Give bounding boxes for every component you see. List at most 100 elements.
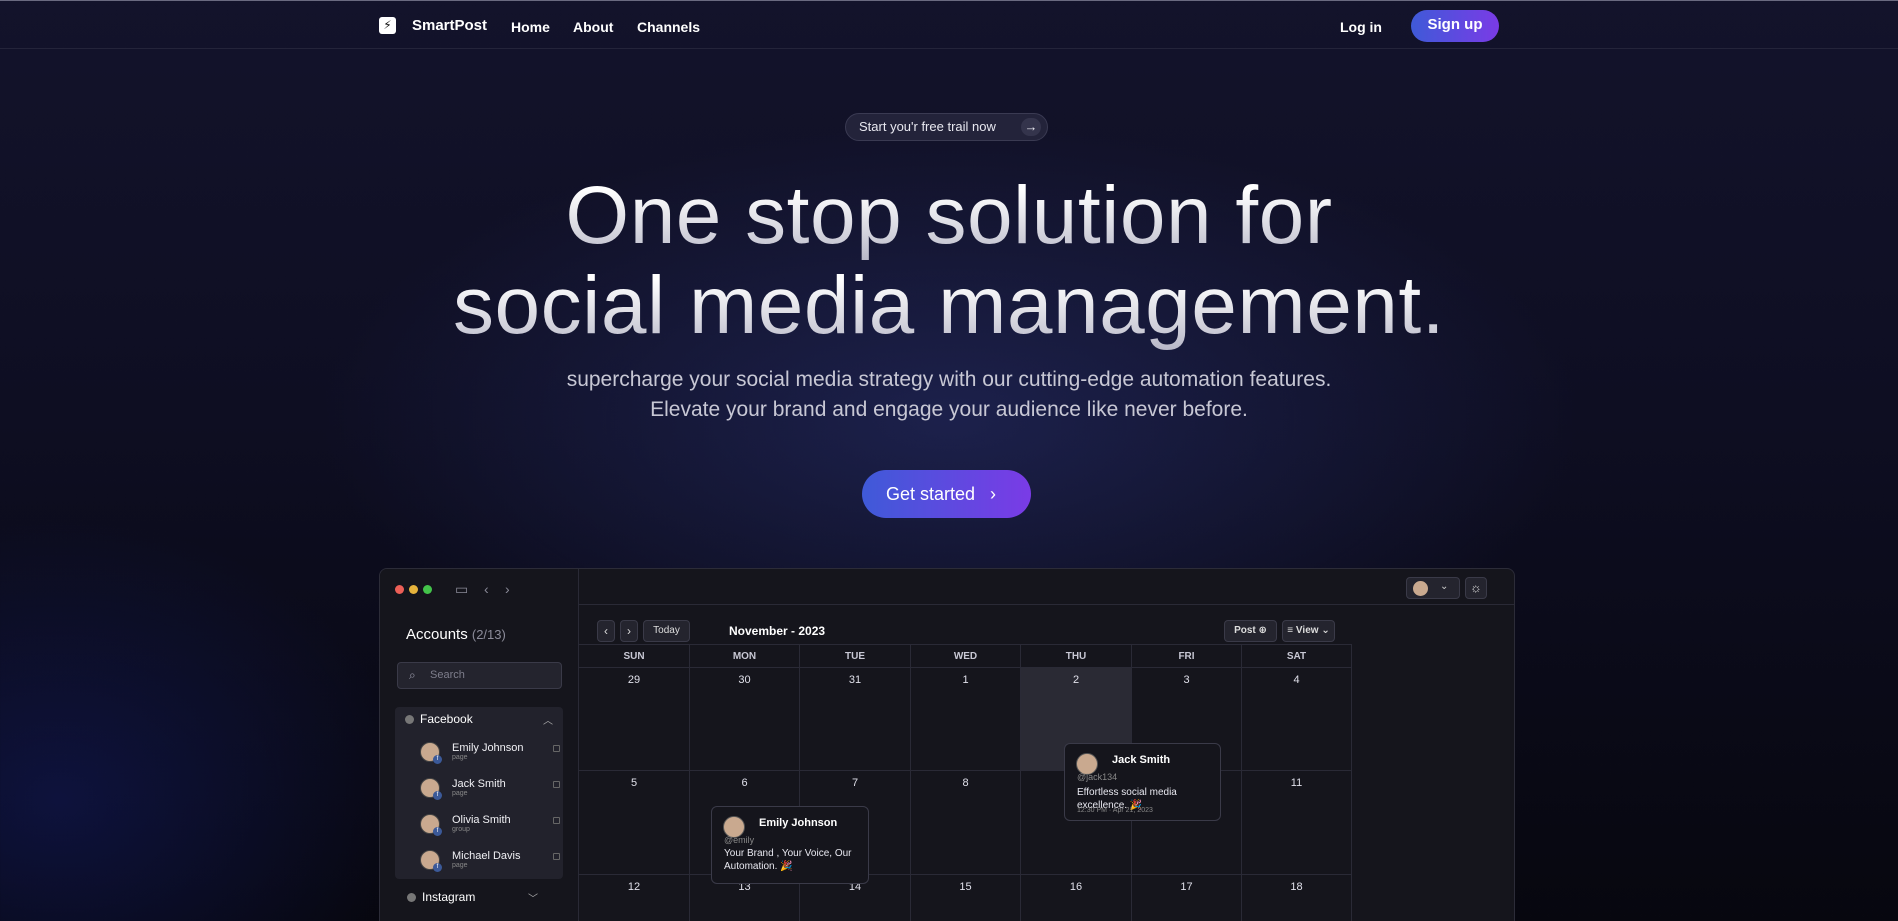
- calendar-day[interactable]: 30: [690, 668, 800, 771]
- day-header: FRI: [1132, 644, 1242, 668]
- today-button[interactable]: Today: [643, 620, 690, 642]
- instagram-icon: [407, 893, 416, 902]
- view-dropdown[interactable]: ≡ View ⌄: [1282, 620, 1335, 642]
- account-row[interactable]: f Jack Smith page: [420, 775, 560, 805]
- calendar-day[interactable]: 31: [800, 668, 911, 771]
- hero-subtitle-line1: supercharge your social media strategy w…: [566, 368, 1332, 391]
- calendar-day[interactable]: 1: [911, 668, 1021, 771]
- scheduled-post-card[interactable]: Emily Johnson @emily Your Brand , Your V…: [711, 806, 869, 884]
- calendar-panel: ⌄ ☼ ‹ › Today November - 2023 Post ⊕ ≡ V…: [579, 569, 1514, 921]
- calendar-day[interactable]: 8: [911, 771, 1021, 875]
- instagram-label: Instagram: [422, 890, 476, 904]
- chevron-down-icon: ⌄: [1440, 581, 1449, 592]
- calendar-day[interactable]: 4: [1242, 668, 1352, 771]
- calendar-day[interactable]: 12: [579, 875, 690, 921]
- facebook-icon: [405, 715, 414, 724]
- day-header: SAT: [1242, 644, 1352, 668]
- account-checkbox[interactable]: [553, 853, 560, 860]
- day-header: MON: [690, 644, 800, 668]
- account-checkbox[interactable]: [553, 745, 560, 752]
- back-icon[interactable]: ‹: [484, 581, 489, 597]
- account-row[interactable]: f Emily Johnson page: [420, 739, 560, 769]
- next-month-button[interactable]: ›: [620, 620, 638, 642]
- facebook-badge-icon: f: [433, 755, 442, 764]
- account-type: page: [452, 862, 468, 869]
- accounts-sidebar: ▭ ‹ › Accounts (2/13) ⌕ Search Facebook …: [380, 569, 579, 921]
- account-name: Jack Smith: [452, 778, 506, 790]
- facebook-badge-icon: f: [433, 827, 442, 836]
- current-month: November - 2023: [729, 624, 826, 638]
- calendar-day[interactable]: 5: [579, 771, 690, 875]
- accounts-title-text: Accounts: [406, 626, 468, 643]
- login-link[interactable]: Log in: [1340, 19, 1382, 35]
- post-author-name: Jack Smith: [1112, 754, 1171, 766]
- facebook-label: Facebook: [420, 712, 473, 726]
- search-icon: ⌕: [409, 668, 416, 682]
- window-close-dot[interactable]: [395, 585, 404, 594]
- accounts-title: Accounts (2/13): [406, 626, 506, 643]
- brand-name[interactable]: SmartPost: [412, 17, 487, 34]
- calendar-day[interactable]: 17: [1132, 875, 1242, 921]
- account-checkbox[interactable]: [553, 817, 560, 824]
- avatar: [1413, 581, 1428, 596]
- account-type: page: [452, 754, 468, 761]
- calendar-day[interactable]: 16: [1021, 875, 1132, 921]
- hero-subtitle-line2: Elevate your brand and engage your audie…: [650, 398, 1248, 421]
- view-label: View: [1295, 625, 1319, 636]
- account-name: Emily Johnson: [452, 742, 524, 754]
- scheduled-post-card[interactable]: Jack Smith @jack134 Effortless social me…: [1064, 743, 1221, 821]
- instagram-group-header[interactable]: Instagram: [407, 890, 475, 904]
- nav-channels-link[interactable]: Channels: [637, 19, 700, 35]
- calendar-topbar: ⌄ ☼: [579, 569, 1514, 605]
- chevron-down-icon[interactable]: ﹀: [528, 890, 538, 905]
- accounts-count: (2/13): [471, 627, 506, 642]
- free-trial-pill[interactable]: Start you'r free trail now →: [845, 113, 1048, 141]
- profile-menu-button[interactable]: ⌄: [1406, 577, 1460, 599]
- logo-icon[interactable]: ⚡: [379, 17, 396, 34]
- get-started-button[interactable]: Get started ›: [862, 470, 1031, 518]
- account-name: Michael Davis: [452, 850, 521, 862]
- account-type: page: [452, 790, 468, 797]
- calendar-day[interactable]: 18: [1242, 875, 1352, 921]
- facebook-group-header[interactable]: Facebook: [405, 712, 473, 726]
- get-started-label: Get started: [886, 484, 976, 504]
- day-header: SUN: [579, 644, 690, 668]
- account-type: group: [452, 826, 470, 833]
- window-minimize-dot[interactable]: [409, 585, 418, 594]
- sun-icon[interactable]: ☼: [1465, 577, 1487, 599]
- signup-button[interactable]: Sign up: [1411, 10, 1499, 42]
- top-nav: ⚡ SmartPost Home About Channels Log in S…: [0, 1, 1898, 49]
- post-text-line2: Automation. 🎉: [724, 861, 793, 872]
- account-row[interactable]: f Michael Davis page: [420, 847, 560, 877]
- filter-icon: ≡: [1287, 625, 1294, 636]
- forward-icon[interactable]: ›: [505, 581, 510, 597]
- nav-about-link[interactable]: About: [573, 19, 613, 35]
- calendar-day[interactable]: 15: [911, 875, 1021, 921]
- arrow-right-icon: →: [1021, 118, 1041, 136]
- sidebar-toggle-icon[interactable]: ▭: [455, 581, 468, 598]
- app-preview-window: ▭ ‹ › Accounts (2/13) ⌕ Search Facebook …: [379, 568, 1515, 921]
- post-author-handle: @emily: [724, 835, 755, 845]
- calendar-day[interactable]: 11: [1242, 771, 1352, 875]
- facebook-badge-icon: f: [433, 791, 442, 800]
- facebook-group: Facebook ︿ f Emily Johnson page f Jack S…: [395, 707, 563, 879]
- window-maximize-dot[interactable]: [423, 585, 432, 594]
- post-time: 12:30 PM · Apr 21, 2023: [1077, 807, 1153, 814]
- account-checkbox[interactable]: [553, 781, 560, 788]
- prev-month-button[interactable]: ‹: [597, 620, 615, 642]
- facebook-badge-icon: f: [433, 863, 442, 872]
- free-trial-label: Start you'r free trail now: [859, 119, 996, 134]
- search-input[interactable]: ⌕ Search: [397, 662, 562, 689]
- day-header: THU: [1021, 644, 1132, 668]
- account-row[interactable]: f Olivia Smith group: [420, 811, 560, 841]
- plus-circle-icon: ⊕: [1258, 625, 1267, 636]
- chevron-up-icon[interactable]: ︿: [543, 712, 553, 727]
- post-text-line1: Your Brand , Your Voice, Our: [724, 848, 852, 859]
- nav-home-link[interactable]: Home: [511, 19, 550, 35]
- hero-headline-line1: One stop solution for: [0, 172, 1898, 260]
- post-button[interactable]: Post ⊕: [1224, 620, 1277, 642]
- account-name: Olivia Smith: [452, 814, 511, 826]
- post-author-handle: @jack134: [1077, 772, 1118, 782]
- search-placeholder: Search: [430, 669, 465, 681]
- calendar-day[interactable]: 29: [579, 668, 690, 771]
